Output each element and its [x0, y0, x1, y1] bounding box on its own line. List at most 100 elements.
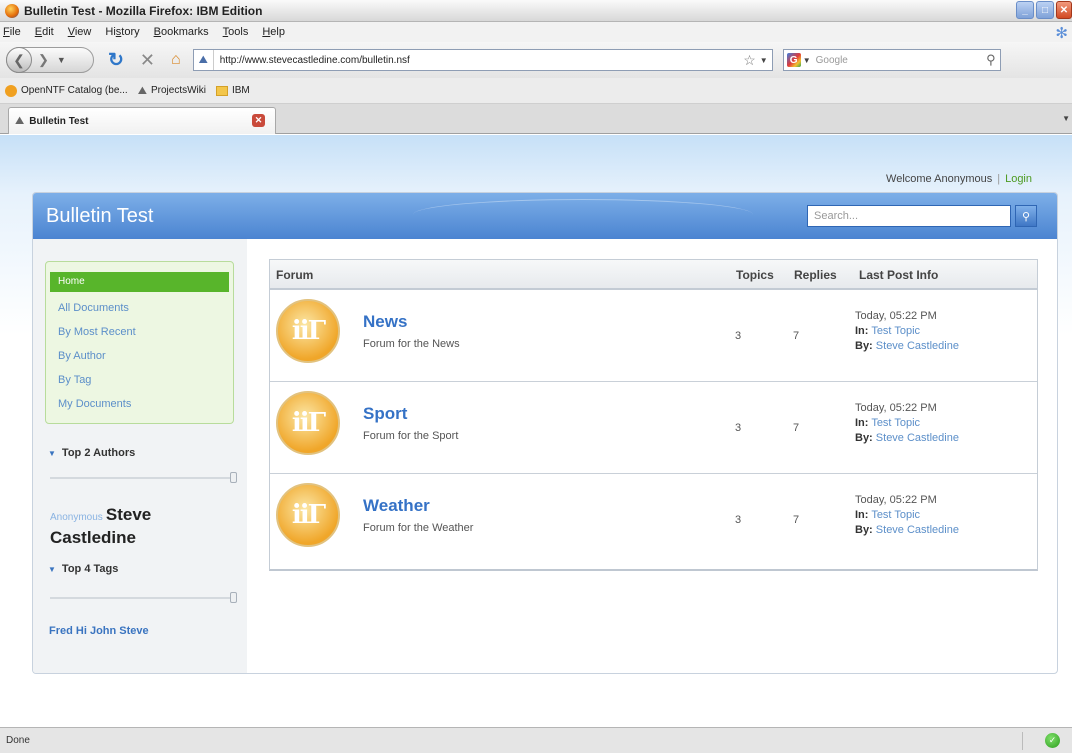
- forum-description: Forum for the News: [363, 338, 460, 350]
- tab-strip: ⛰ Bulletin Test ✕ ▼: [0, 104, 1072, 134]
- engine-dropdown-icon[interactable]: ▼: [803, 56, 811, 65]
- lotus-forum-icon: iiΓ: [276, 299, 340, 363]
- forum-table: Forum Topics Replies Last Post Info iiΓ …: [269, 259, 1038, 571]
- maximize-button[interactable]: □: [1036, 1, 1054, 19]
- tag-cloud[interactable]: Fred Hi John Steve: [49, 625, 149, 637]
- top-authors-heading[interactable]: ▼ Top 2 Authors: [48, 447, 135, 459]
- search-icon[interactable]: ⚲: [986, 52, 996, 68]
- login-link[interactable]: Login: [1005, 173, 1032, 185]
- welcome-separator: |: [997, 173, 1001, 185]
- menu-all-documents[interactable]: All Documents: [58, 296, 233, 320]
- in-label: In:: [855, 509, 869, 521]
- browser-search-placeholder[interactable]: Google: [816, 55, 848, 66]
- menu-by-most-recent[interactable]: By Most Recent: [58, 320, 233, 344]
- folder-icon: [215, 85, 228, 96]
- by-label: By:: [855, 340, 873, 352]
- browser-search-box[interactable]: G ▼ Google ⚲: [782, 49, 1001, 71]
- menu-tools[interactable]: Tools: [223, 26, 249, 38]
- forum-name-link[interactable]: Sport: [363, 404, 407, 424]
- tab-label: Bulletin Test: [29, 115, 89, 127]
- menu-edit[interactable]: Edit: [35, 26, 54, 38]
- authors-slider-handle[interactable]: [230, 472, 237, 483]
- url-dropdown-icon[interactable]: ▼: [760, 56, 768, 65]
- window-titlebar: Bulletin Test - Mozilla Firefox: IBM Edi…: [0, 0, 1072, 22]
- stop-icon[interactable]: ✕: [140, 50, 155, 71]
- back-forward-group: ❮ ❯ ▼: [6, 47, 94, 73]
- bookmark-openntf[interactable]: OpenNTF Catalog (be...: [5, 84, 128, 97]
- bookmark-ibm-folder[interactable]: IBM: [215, 85, 250, 96]
- close-window-button[interactable]: ✕: [1056, 1, 1072, 19]
- bookmark-projectswiki[interactable]: ⛰ ProjectsWiki: [138, 85, 206, 97]
- col-replies: Replies: [794, 268, 837, 282]
- openntf-icon: [5, 84, 17, 97]
- forum-topics-count: 3: [735, 330, 742, 342]
- tags-slider-handle[interactable]: [230, 592, 237, 603]
- forum-description: Forum for the Sport: [363, 430, 459, 442]
- tab-bulletin-test[interactable]: ⛰ Bulletin Test ✕: [8, 107, 276, 134]
- tags-slider[interactable]: [50, 592, 237, 603]
- minimize-button[interactable]: _: [1016, 1, 1034, 19]
- menu-file[interactable]: File: [3, 26, 21, 38]
- search-icon: ⚲: [1021, 210, 1031, 223]
- last-post-topic-link[interactable]: Test Topic: [871, 417, 920, 429]
- menu-view[interactable]: View: [68, 26, 92, 38]
- url-text[interactable]: http://www.stevecastledine.com/bulletin.…: [220, 55, 410, 66]
- in-label: In:: [855, 325, 869, 337]
- forum-name-link[interactable]: Weather: [363, 496, 430, 516]
- last-post-topic-link[interactable]: Test Topic: [871, 509, 920, 521]
- forum-row-news: iiΓ News Forum for the News 3 7 Today, 0…: [270, 290, 1037, 382]
- col-last-post: Last Post Info: [859, 268, 939, 282]
- site-identity-icon[interactable]: ⛰: [194, 50, 214, 70]
- last-post-info: Today, 05:22 PM In: Test Topic By: Steve…: [855, 309, 959, 354]
- window-title: Bulletin Test - Mozilla Firefox: IBM Edi…: [24, 3, 263, 18]
- reload-icon[interactable]: ↻: [108, 49, 124, 72]
- sidebar: Home All Documents By Most Recent By Aut…: [33, 239, 247, 673]
- authors-slider[interactable]: [50, 472, 237, 483]
- last-post-topic-link[interactable]: Test Topic: [871, 325, 920, 337]
- site-search-input[interactable]: Search...: [807, 205, 1011, 227]
- lotus-icon: ⛰: [137, 84, 147, 97]
- last-post-author-link[interactable]: Steve Castledine: [876, 432, 959, 444]
- last-post-date: Today, 05:22 PM: [855, 310, 937, 322]
- forum-name-link[interactable]: News: [363, 312, 407, 332]
- author-tag-anonymous[interactable]: Anonymous: [50, 512, 103, 523]
- last-post-date: Today, 05:22 PM: [855, 494, 937, 506]
- bookmark-star-icon[interactable]: ☆: [743, 52, 756, 69]
- address-bar[interactable]: ⛰ http://www.stevecastledine.com/bulleti…: [192, 49, 773, 71]
- top-tags-heading[interactable]: ▼ Top 4 Tags: [48, 563, 118, 575]
- menu-by-author[interactable]: By Author: [58, 344, 233, 368]
- in-label: In:: [855, 417, 869, 429]
- last-post-author-link[interactable]: Steve Castledine: [876, 524, 959, 536]
- app-header: Bulletin Test Search... ⚲: [33, 193, 1057, 239]
- menu-help[interactable]: Help: [262, 26, 285, 38]
- last-post-date: Today, 05:22 PM: [855, 402, 937, 414]
- history-dropdown-icon[interactable]: ▼: [57, 55, 66, 65]
- menu-home[interactable]: Home: [50, 272, 229, 292]
- throbber-icon: ✻: [1055, 25, 1068, 42]
- google-engine-icon[interactable]: G: [786, 53, 801, 67]
- tab-list-icon[interactable]: ▼: [1062, 114, 1070, 123]
- forward-button[interactable]: ❯: [38, 52, 49, 68]
- back-button[interactable]: ❮: [6, 47, 32, 73]
- menu-by-tag[interactable]: By Tag: [58, 368, 233, 392]
- bookmarks-toolbar: OpenNTF Catalog (be... ⛰ ProjectsWiki IB…: [0, 78, 1072, 104]
- firefox-icon: [5, 3, 19, 18]
- tab-close-icon[interactable]: ✕: [252, 114, 265, 127]
- navigation-toolbar: ❮ ❯ ▼ ↻ ✕ ⌂ ⛰ http://www.stevecastledine…: [0, 42, 1072, 78]
- lotus-tab-icon: ⛰: [15, 114, 25, 127]
- security-status-icon[interactable]: ✓: [1045, 733, 1060, 748]
- menu-my-documents[interactable]: My Documents: [58, 392, 233, 416]
- forum-row-sport: iiΓ Sport Forum for the Sport 3 7 Today,…: [270, 382, 1037, 474]
- site-search-button[interactable]: ⚲: [1015, 205, 1037, 227]
- menu-bookmarks[interactable]: Bookmarks: [154, 26, 209, 38]
- menu-history[interactable]: History: [105, 26, 139, 38]
- lotus-forum-icon: iiΓ: [276, 483, 340, 547]
- last-post-author-link[interactable]: Steve Castledine: [876, 340, 959, 352]
- forum-replies-count: 7: [793, 330, 800, 342]
- forum-topics-count: 3: [735, 422, 742, 434]
- author-cloud: Anonymous Steve Castledine: [50, 505, 230, 550]
- last-post-info: Today, 05:22 PM In: Test Topic By: Steve…: [855, 493, 959, 538]
- forum-replies-count: 7: [793, 514, 800, 526]
- app-title[interactable]: Bulletin Test: [46, 205, 153, 228]
- home-icon[interactable]: ⌂: [171, 51, 181, 69]
